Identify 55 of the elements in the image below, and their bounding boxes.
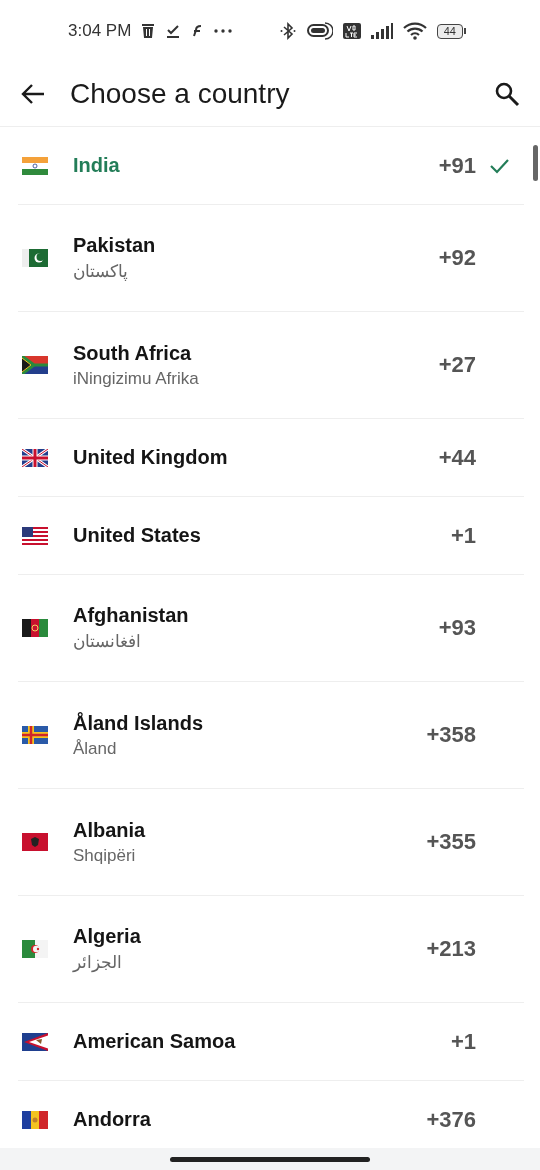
country-name[interactable]: United States [73,524,406,547]
page-title: Choose a country [70,78,291,110]
status-time: 3:04 PM [68,21,132,41]
flag-icon [22,356,48,374]
scrollbar[interactable] [533,145,538,181]
flag-icon [22,1110,48,1129]
country-name[interactable]: Afghanistan [73,604,406,627]
country-name[interactable]: Algeria [73,925,406,948]
flag-icon [22,726,48,744]
flash-icon [191,24,204,38]
flag-icon [22,448,48,467]
signal-icon [370,23,393,39]
battery-icon: 44 [436,23,466,39]
country-name[interactable]: United Kingdom [73,446,406,469]
country-name[interactable]: Pakistan [73,234,406,257]
dial-code: +376 [425,1106,476,1133]
native-name: الجزائر [73,952,123,973]
link-icon [306,22,333,40]
dial-code: +92 [437,245,476,271]
country-name[interactable]: South Africa [73,341,406,365]
flag-icon [22,833,48,851]
dial-code: +213 [425,936,476,962]
flag-icon [22,526,48,545]
dial-code: +1 [449,522,476,549]
flag-icon [22,249,48,267]
native-name: Åland [73,738,118,759]
dial-code: +1 [449,1028,476,1055]
country-name[interactable]: American Samoa [73,1030,406,1053]
home-handle[interactable] [170,1156,370,1162]
dial-code: +27 [437,352,476,378]
flag-icon [22,619,48,637]
dial-code: +91 [437,152,476,179]
flag-icon [22,1032,48,1051]
bluetooth-icon [278,22,297,40]
native-name: iNingizimu Afrika [73,368,200,389]
flag-icon [22,940,48,958]
download-done-icon [165,23,182,39]
search-icon[interactable] [494,81,520,107]
country-name[interactable]: Andorra [73,1108,406,1131]
dial-code: +44 [437,444,476,471]
flag-icon [22,156,48,175]
volte-icon [342,23,361,39]
native-name: افغانستان [73,631,142,652]
country-name[interactable]: Albania [73,818,406,842]
native-name: Shqipëri [73,845,137,866]
country-name[interactable]: Åland Islands [73,711,406,735]
native-name: پاکستان [73,261,129,282]
dial-code: +355 [425,829,476,855]
more-icon [213,28,234,34]
back-arrow-icon[interactable] [20,83,46,105]
trash-icon [141,23,156,39]
dial-code: +93 [437,615,476,641]
country-name[interactable]: India [73,154,406,177]
wifi-icon [402,22,427,40]
dial-code: +358 [425,722,476,748]
